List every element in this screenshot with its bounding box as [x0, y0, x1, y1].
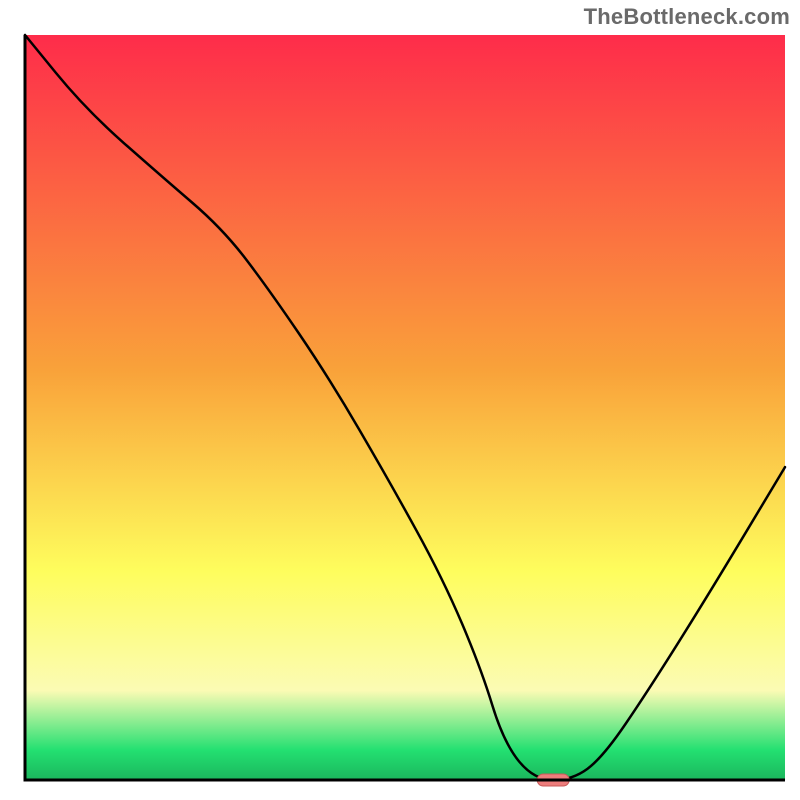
gradient-background: [25, 35, 785, 780]
watermark-label: TheBottleneck.com: [584, 4, 790, 30]
chart-container: TheBottleneck.com: [0, 0, 800, 800]
bottleneck-chart: [0, 0, 800, 800]
